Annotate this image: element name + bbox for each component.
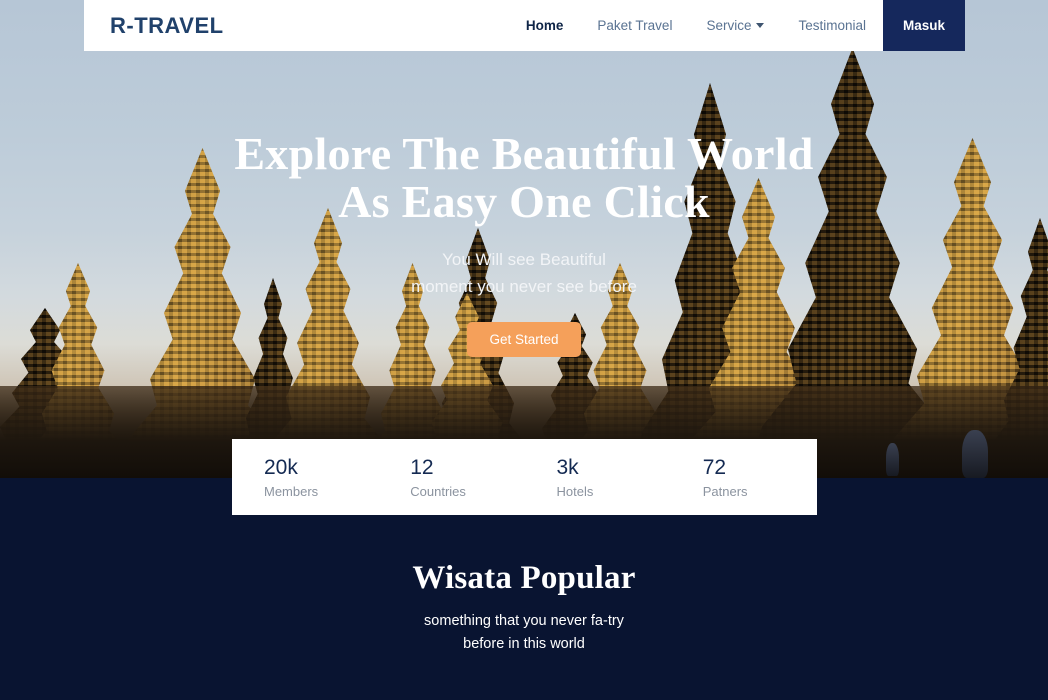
stat-item-countries: 12 Countries (378, 455, 524, 499)
nav-links: Home Paket Travel Service Testimonial Ma… (509, 0, 965, 51)
hero-subtitle-line-1: You Will see Beautiful (442, 250, 606, 269)
stat-value: 20k (264, 456, 298, 479)
nav-item-home[interactable]: Home (509, 0, 581, 51)
hero-content: Explore The Beautiful World As Easy One … (0, 130, 1048, 357)
nav-item-testimonial[interactable]: Testimonial (781, 0, 883, 51)
navbar: R-TRAVEL Home Paket Travel Service Testi… (84, 0, 965, 51)
page-root: R-TRAVEL Home Paket Travel Service Testi… (0, 0, 1048, 700)
stat-item-members: 20k Members (232, 455, 378, 499)
popular-subtitle-line-1: something that you never fa-try (424, 613, 624, 629)
hero-title: Explore The Beautiful World As Easy One … (0, 130, 1048, 226)
stat-label: Hotels (556, 484, 594, 499)
stat-item-hotels: 3k Hotels (525, 455, 671, 499)
stat-label: Patners (702, 484, 748, 499)
hero-subtitle-line-2: moment you never see before (411, 277, 637, 296)
visitor-silhouette (962, 430, 988, 478)
stat-item-patners: 72 Patners (671, 455, 817, 499)
cta-wrapper: Get Started (0, 322, 1048, 357)
hero-title-line-2: As Easy One Click (338, 176, 710, 227)
brand-logo[interactable]: R-TRAVEL (110, 13, 224, 39)
stat-value: 72 (702, 456, 727, 479)
popular-subtitle-line-2: before in this world (463, 636, 585, 652)
popular-section-subtitle: something that you never fa-try before i… (0, 610, 1048, 656)
visitor-silhouette (886, 443, 899, 476)
nav-item-service-label: Service (706, 18, 752, 33)
stats-card: 20k Members 12 Countries 3k Hotels 72 Pa… (232, 439, 817, 515)
login-button[interactable]: Masuk (883, 0, 965, 51)
stat-label: Countries (410, 484, 466, 499)
popular-section-title: Wisata Popular (412, 560, 636, 596)
get-started-button[interactable]: Get Started (467, 322, 581, 357)
nav-item-paket-travel[interactable]: Paket Travel (580, 0, 689, 51)
popular-section: Wisata Popular something that you never … (0, 560, 1048, 656)
hero-subtitle: You Will see Beautiful moment you never … (0, 246, 1048, 300)
nav-item-service[interactable]: Service (689, 0, 781, 51)
stat-value: 12 (410, 456, 434, 479)
stat-label: Members (264, 484, 319, 499)
stat-value: 3k (556, 456, 579, 479)
hero-title-line-1: Explore The Beautiful World (234, 128, 814, 179)
chevron-down-icon (756, 23, 765, 28)
